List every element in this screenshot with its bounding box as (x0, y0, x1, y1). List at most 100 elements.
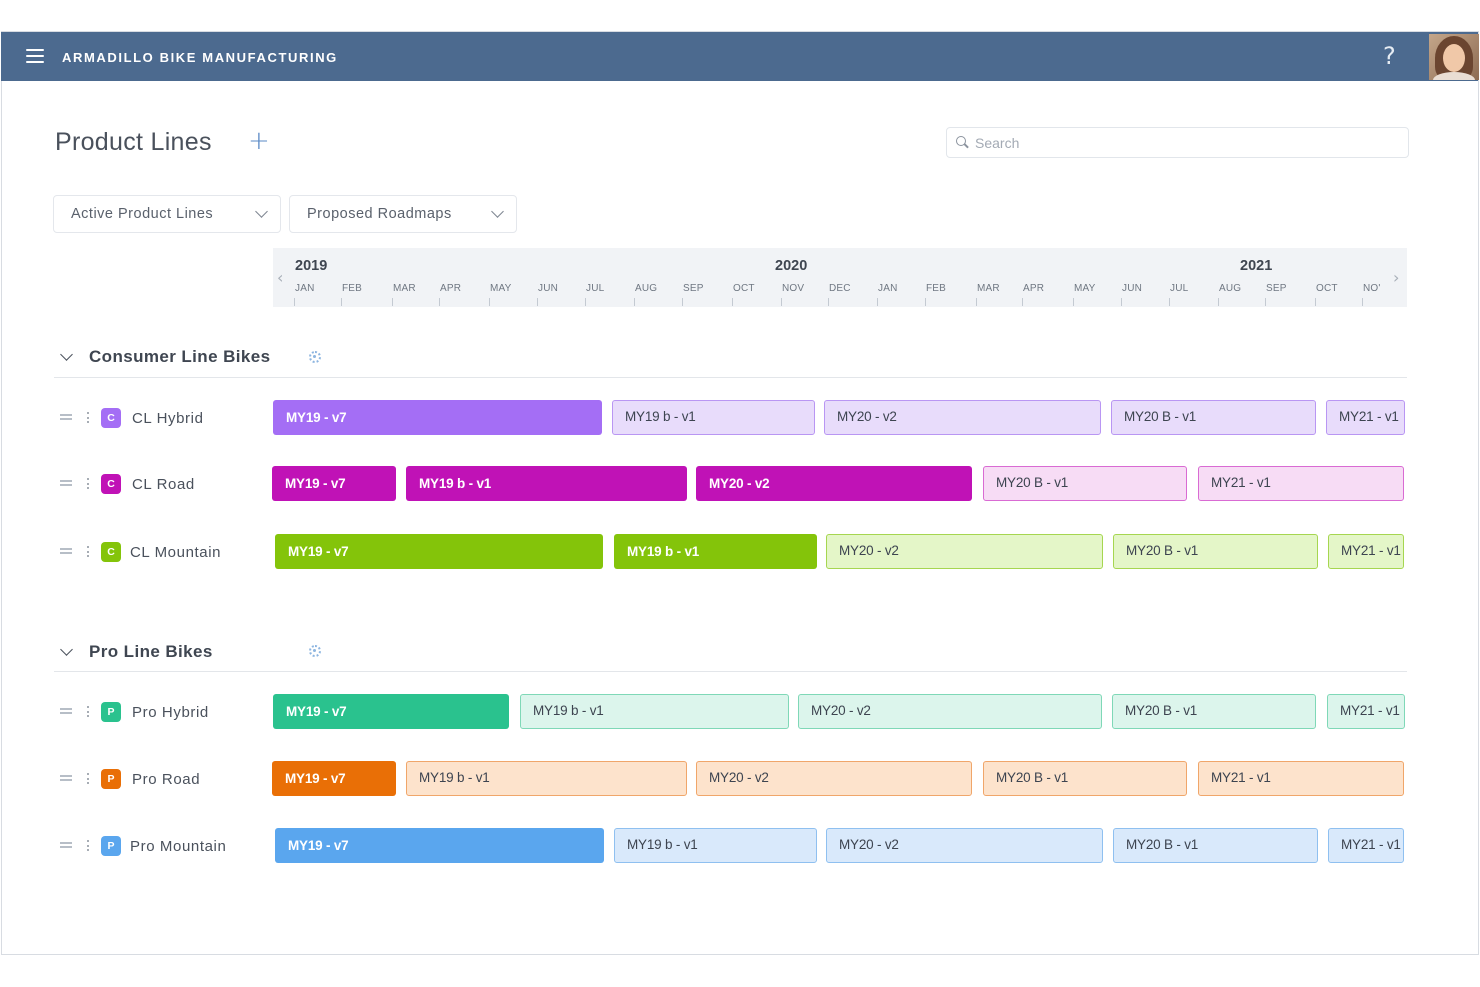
product-line-name[interactable]: CL Road (132, 476, 195, 493)
timeline-month: JUL (1170, 283, 1189, 294)
product-line-name[interactable]: Pro Road (132, 771, 200, 788)
timeline-month: SEP (683, 283, 704, 294)
timeline-month: FEB (926, 283, 947, 294)
chevron-down-icon (491, 205, 504, 218)
timeline-tick (1265, 298, 1266, 306)
timeline-month: SEP (1266, 283, 1287, 294)
more-options-icon[interactable] (87, 546, 90, 558)
product-badge: P (101, 836, 121, 856)
roadmap-bar[interactable]: MY20 - v2 (696, 761, 972, 796)
add-product-line-icon[interactable]: + (248, 126, 270, 156)
roadmap-bar[interactable]: MY19 - v7 (275, 534, 603, 569)
timeline-next-icon[interactable]: › (1393, 268, 1399, 287)
divider (54, 671, 1407, 672)
roadmap-bar[interactable]: MY19 b - v1 (614, 534, 817, 569)
group-title: Pro Line Bikes (89, 642, 213, 661)
drag-handle-icon[interactable] (60, 842, 72, 852)
filter-label: Active Product Lines (71, 206, 214, 222)
product-badge: C (101, 542, 121, 562)
more-options-icon[interactable] (87, 706, 90, 718)
timeline-month: APR (440, 283, 462, 294)
roadmap-bar[interactable]: MY21 - v1 (1328, 534, 1404, 569)
product-line-name[interactable]: CL Hybrid (132, 410, 204, 427)
timeline-tick (439, 298, 440, 306)
roadmap-bar[interactable]: MY20 - v2 (826, 828, 1103, 863)
timeline-tick (1362, 298, 1363, 306)
roadmap-bar[interactable]: MY19 - v7 (273, 694, 509, 729)
drag-handle-icon[interactable] (60, 480, 72, 490)
product-badge: P (101, 769, 121, 789)
timeline-month: AUG (1219, 283, 1242, 294)
roadmap-bar[interactable]: MY20 B - v1 (983, 761, 1187, 796)
roadmap-bar[interactable]: MY21 - v1 (1326, 400, 1405, 435)
timeline-month: NO' (1363, 283, 1381, 294)
filter-active-product-lines[interactable]: Active Product Lines (53, 195, 281, 233)
timeline-tick (1073, 298, 1074, 306)
more-options-icon[interactable] (87, 412, 90, 424)
help-icon[interactable]: ? (1383, 42, 1396, 70)
timeline-tick (294, 298, 295, 306)
filter-proposed-roadmaps[interactable]: Proposed Roadmaps (289, 195, 517, 233)
search-input[interactable] (975, 133, 1395, 153)
hamburger-icon[interactable] (26, 49, 44, 63)
product-line-name[interactable]: CL Mountain (130, 544, 221, 561)
roadmap-bar[interactable]: MY20 - v2 (824, 400, 1101, 435)
roadmap-bar[interactable]: MY19 b - v1 (520, 694, 789, 729)
roadmap-bar[interactable]: MY20 - v2 (826, 534, 1103, 569)
timeline-tick (392, 298, 393, 306)
roadmap-bar[interactable]: MY21 - v1 (1327, 694, 1405, 729)
roadmap-bar[interactable]: MY20 - v2 (696, 466, 972, 501)
roadmap-bar[interactable]: MY20 B - v1 (983, 466, 1187, 501)
roadmap-bar[interactable]: MY21 - v1 (1328, 828, 1404, 863)
product-line-name[interactable]: Pro Mountain (130, 838, 226, 855)
roadmap-bar[interactable]: MY19 - v7 (275, 828, 604, 863)
chevron-down-icon (255, 205, 268, 218)
roadmap-bar[interactable]: MY20 B - v1 (1113, 828, 1318, 863)
roadmap-bar[interactable]: MY19 b - v1 (406, 761, 687, 796)
roadmap-bar[interactable]: MY19 - v7 (272, 761, 396, 796)
timeline-tick (828, 298, 829, 306)
timeline-tick (1121, 298, 1122, 306)
drag-handle-icon[interactable] (60, 548, 72, 558)
drag-handle-icon[interactable] (60, 414, 72, 424)
roadmap-bar[interactable]: MY21 - v1 (1198, 761, 1404, 796)
app-title: ARMADILLO BIKE MANUFACTURING (62, 50, 338, 65)
product-badge: C (101, 474, 121, 494)
gear-icon[interactable] (308, 350, 322, 364)
more-options-icon[interactable] (87, 840, 90, 852)
top-bar: ARMADILLO BIKE MANUFACTURING ? (1, 32, 1479, 81)
roadmap-bar[interactable]: MY20 B - v1 (1112, 694, 1316, 729)
product-badge: P (101, 702, 121, 722)
roadmap-bar[interactable]: MY19 - v7 (273, 400, 602, 435)
timeline-month: OCT (733, 283, 755, 294)
timeline-year: 2020 (775, 258, 808, 274)
avatar[interactable] (1429, 34, 1479, 80)
timeline-month: MAR (393, 283, 416, 294)
drag-handle-icon[interactable] (60, 775, 72, 785)
timeline-tick (976, 298, 977, 306)
search-box (946, 127, 1409, 158)
roadmap-bar[interactable]: MY19 b - v1 (612, 400, 815, 435)
timeline-header: ‹ › 2019 2020 2021 JAN FEB MAR APR MAY JUN JUL… (273, 248, 1407, 307)
roadmap-bar[interactable]: MY20 B - v1 (1113, 534, 1318, 569)
timeline-tick (1022, 298, 1023, 306)
roadmap-bar[interactable]: MY19 b - v1 (406, 466, 687, 501)
timeline-tick (1169, 298, 1170, 306)
timeline-tick (1218, 298, 1219, 306)
more-options-icon[interactable] (87, 773, 90, 785)
drag-handle-icon[interactable] (60, 708, 72, 718)
timeline-month: JUN (1122, 283, 1143, 294)
roadmap-bar[interactable]: MY21 - v1 (1198, 466, 1404, 501)
roadmap-bar[interactable]: MY20 - v2 (798, 694, 1102, 729)
gear-icon[interactable] (308, 644, 322, 658)
timeline-prev-icon[interactable]: ‹ (277, 268, 283, 287)
timeline-month: AUG (635, 283, 658, 294)
roadmap-bar[interactable]: MY20 B - v1 (1111, 400, 1316, 435)
timeline-tick (489, 298, 490, 306)
timeline-tick (732, 298, 733, 306)
timeline-tick (781, 298, 782, 306)
roadmap-bar[interactable]: MY19 b - v1 (614, 828, 817, 863)
more-options-icon[interactable] (87, 478, 90, 490)
roadmap-bar[interactable]: MY19 - v7 (272, 466, 396, 501)
product-line-name[interactable]: Pro Hybrid (132, 704, 209, 721)
